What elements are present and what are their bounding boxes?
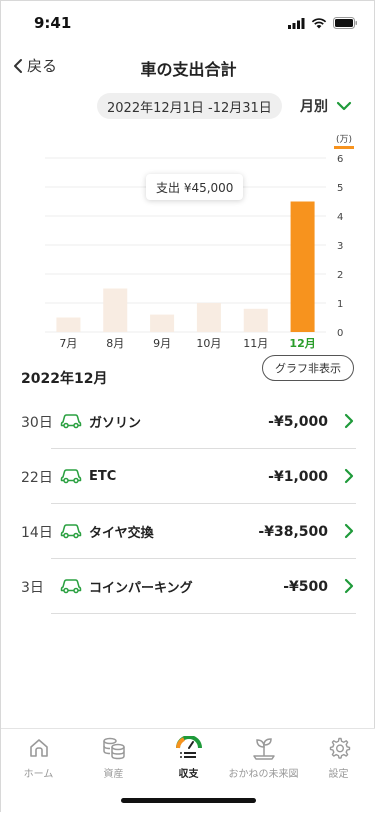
tab-future[interactable]: おかねの未来図 [226, 735, 301, 780]
chevron-right-icon [344, 523, 354, 539]
transaction-day: 30日 [21, 414, 53, 431]
transaction-amount: -¥1,000 [268, 468, 328, 485]
x-tick-label: 8月 [106, 337, 124, 350]
sprout-icon [252, 738, 275, 760]
chart-bar [290, 201, 315, 332]
chart-bar [150, 314, 175, 332]
y-tick-label: 0 [337, 328, 343, 339]
transaction-row[interactable]: 3日 コインパーキング -¥500 [1, 559, 375, 614]
y-tick-label: 3 [337, 241, 343, 252]
tab-label: 資産 [103, 769, 124, 780]
chart-bar [243, 308, 268, 332]
hide-graph-button[interactable]: グラフ非表示 [262, 355, 354, 381]
chart-bar [103, 288, 128, 332]
status-time: 9:41 [34, 14, 72, 32]
chart-canvas: 0 1 2 3 4 5 6 (万) 7月 8月 9月 10月 11月 12月 [45, 135, 354, 350]
transaction-name: タイヤ交換 [89, 526, 154, 541]
transaction-amount: -¥5,000 [268, 413, 328, 430]
x-tick-label: 12月 [289, 337, 315, 350]
transaction-amount: -¥500 [283, 578, 328, 595]
transaction-row[interactable]: 14日 タイヤ交換 -¥38,500 [1, 504, 375, 559]
date-range-pill[interactable]: 2022年12月1日 -12月31日 [97, 93, 282, 119]
expense-chart: 0 1 2 3 4 5 6 (万) 7月 8月 9月 10月 11月 12月 支出 ¥45,000 [1, 131, 375, 356]
y-unit-label: (万) [336, 135, 352, 145]
chevron-right-icon [344, 413, 354, 429]
car-icon [60, 579, 82, 594]
tab-label: ホーム [23, 769, 54, 780]
gear-icon [329, 737, 350, 759]
section-title: 2022年12月 [21, 371, 108, 387]
x-tick-label: 10月 [196, 337, 221, 350]
y-tick-label: 4 [337, 212, 343, 223]
status-icons [288, 17, 358, 29]
legend-swatch [334, 146, 354, 149]
coins-icon [102, 737, 125, 760]
tab-label: 設定 [328, 769, 349, 780]
home-indicator [121, 798, 256, 803]
tab-label: おかねの未来図 [228, 769, 299, 780]
tab-balance[interactable]: 収支 [151, 735, 226, 780]
x-tick-label: 11月 [243, 337, 268, 350]
transaction-row[interactable]: 30日 ガソリン -¥5,000 [1, 394, 375, 449]
y-tick-label: 5 [337, 183, 343, 194]
y-tick-label: 2 [337, 270, 343, 281]
chart-bar [56, 317, 81, 332]
car-icon [60, 524, 82, 539]
row-divider [51, 613, 356, 614]
transaction-day: 14日 [21, 524, 53, 541]
tab-home[interactable]: ホーム [1, 735, 76, 780]
y-tick-label: 6 [337, 154, 343, 165]
chevron-down-icon [336, 101, 352, 111]
chevron-right-icon [344, 578, 354, 594]
chevron-right-icon [344, 468, 354, 484]
transaction-name: コインパーキング [89, 581, 193, 596]
transaction-day: 3日 [21, 579, 44, 596]
transaction-row[interactable]: 22日 ETC -¥1,000 [1, 449, 375, 504]
period-mode-label: 月別 [300, 99, 328, 115]
period-mode-dropdown[interactable]: 月別 [300, 96, 352, 116]
chart-bar [196, 303, 221, 332]
chart-tooltip: 支出 ¥45,000 [146, 174, 244, 200]
car-icon [60, 414, 82, 429]
app-screen: 9:41 戻る 車の支出合計 2022年12月1日 -12月31日 月別 0 1… [0, 0, 375, 813]
nav-header: 戻る 車の支出合計 [1, 45, 375, 89]
transaction-name: ガソリン [89, 416, 142, 431]
status-bar: 9:41 [1, 1, 375, 45]
x-tick-label: 7月 [59, 337, 77, 350]
y-tick-label: 1 [337, 299, 343, 310]
tab-label: 収支 [178, 769, 199, 780]
home-icon [29, 739, 48, 757]
balance-icon [175, 736, 202, 758]
signal-icon [288, 17, 305, 29]
wifi-icon [311, 17, 327, 28]
transaction-name: ETC [89, 469, 117, 484]
transaction-amount: -¥38,500 [258, 523, 328, 540]
tab-assets[interactable]: 資産 [76, 735, 151, 780]
x-tick-label: 9月 [153, 337, 171, 350]
page-title: 車の支出合計 [140, 60, 237, 79]
tab-settings[interactable]: 設定 [301, 735, 375, 780]
transaction-day: 22日 [21, 469, 53, 486]
battery-icon [333, 17, 357, 29]
transaction-list: 30日 ガソリン -¥5,000 22日 ETC -¥1,000 14日 タイヤ… [1, 394, 375, 614]
car-icon [60, 469, 82, 484]
